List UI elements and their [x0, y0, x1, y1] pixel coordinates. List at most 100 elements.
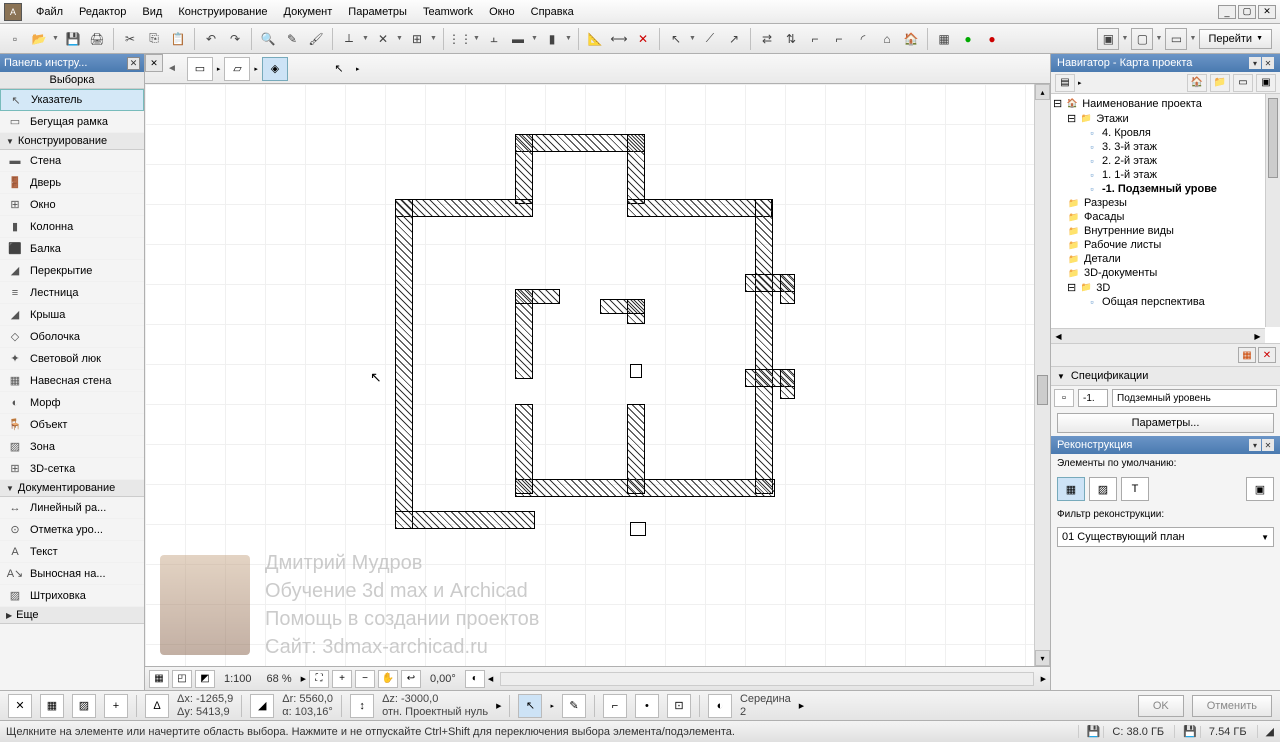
grid-action-icon[interactable]: ▦ — [1238, 347, 1256, 363]
toolbox-section-select[interactable]: Выборка — [0, 72, 144, 89]
goto-button[interactable]: Перейти ▼ — [1199, 29, 1272, 49]
intersect-icon[interactable]: ✕ — [372, 28, 394, 50]
lock-icon[interactable]: ▮ — [541, 28, 563, 50]
menu-Параметры[interactable]: Параметры — [340, 3, 415, 21]
spec-header[interactable]: ▼Спецификации — [1051, 367, 1280, 386]
zoom-fit-icon[interactable]: ⛶ — [309, 670, 329, 688]
floor-item[interactable]: ▫3. 3-й этаж — [1053, 140, 1278, 154]
canvas-vscroll[interactable]: ▴ ▾ — [1034, 84, 1050, 666]
nav-home-icon[interactable]: 🏠 — [1187, 74, 1207, 92]
dim-icon[interactable]: ⟷ — [608, 28, 630, 50]
view-opt1-icon[interactable]: ▦ — [149, 670, 169, 688]
level-code-input[interactable] — [1078, 389, 1108, 407]
dots-icon[interactable]: ⋮⋮ — [449, 28, 471, 50]
cancel-button[interactable]: Отменить — [1192, 695, 1272, 717]
maximize-button[interactable]: ▢ — [1238, 5, 1256, 19]
angle-value[interactable]: 0,00° — [424, 673, 462, 685]
flip-h-icon[interactable]: ⇄ — [756, 28, 778, 50]
polar-icon[interactable]: ◢ — [250, 694, 274, 718]
level-name-input[interactable] — [1112, 389, 1277, 407]
grid-snap-icon[interactable]: ⊞ — [406, 28, 428, 50]
view-opt3-icon[interactable]: ◩ — [195, 670, 215, 688]
tool-Лестница[interactable]: ≡Лестница — [0, 282, 144, 304]
menu-Редактор[interactable]: Редактор — [71, 3, 134, 21]
info-plus-icon[interactable]: + — [104, 694, 128, 718]
paste-icon[interactable]: 📋 — [167, 28, 189, 50]
panel-close-icon[interactable]: ✕ — [1262, 57, 1274, 69]
geom-rect-icon[interactable]: ▭ — [187, 57, 213, 81]
green-dot-icon[interactable]: ● — [957, 28, 979, 50]
nav-category[interactable]: 📁Детали — [1053, 252, 1278, 266]
nav-category[interactable]: 📁Фасады — [1053, 210, 1278, 224]
close-info-icon[interactable]: ✕ — [8, 694, 32, 718]
zoom-prev-icon[interactable]: ↩ — [401, 670, 421, 688]
tool-Балка[interactable]: ⬛Балка — [0, 238, 144, 260]
tool-Перекрытие[interactable]: ◢Перекрытие — [0, 260, 144, 282]
window-icon[interactable]: ▭ — [1165, 28, 1187, 50]
info-tool2-icon[interactable]: ▨ — [72, 694, 96, 718]
nav-category[interactable]: 📁Разрезы — [1053, 196, 1278, 210]
cursor-select-icon[interactable]: ↖ — [326, 57, 352, 81]
nav-folder-icon[interactable]: 📁 — [1210, 74, 1230, 92]
minimize-button[interactable]: _ — [1218, 5, 1236, 19]
flip-v-icon[interactable]: ⇅ — [780, 28, 802, 50]
mid-icon[interactable]: ◐ — [708, 694, 732, 718]
arrow-tool-icon[interactable]: ↖ — [665, 28, 687, 50]
undo-icon[interactable]: ↶ — [200, 28, 222, 50]
layer-icon[interactable]: ▬ — [507, 28, 529, 50]
nav-category[interactable]: 📁Рабочие листы — [1053, 238, 1278, 252]
tool-Линейный ра...[interactable]: ↔Линейный ра... — [0, 497, 144, 519]
tool-Окно[interactable]: ⊞Окно — [0, 194, 144, 216]
recon-demo-icon[interactable]: ▨ — [1089, 477, 1117, 501]
close-button[interactable]: ✕ — [1258, 5, 1276, 19]
save-icon[interactable]: 💾 — [62, 28, 84, 50]
drawing-canvas[interactable]: ↖ Дмитрий Мудров Обучение 3d max и Archi… — [145, 84, 1050, 666]
recon-new-icon[interactable]: T — [1121, 477, 1149, 501]
align-icon[interactable]: ⫠ — [483, 28, 505, 50]
nav-map-icon[interactable]: ▤ — [1055, 74, 1075, 92]
delete-icon[interactable]: ✕ — [632, 28, 654, 50]
check-icon[interactable]: ▦ — [933, 28, 955, 50]
tool-Оболочка[interactable]: ◇Оболочка — [0, 326, 144, 348]
arc-icon[interactable]: ◜ — [852, 28, 874, 50]
close-action-icon[interactable]: ✕ — [1258, 347, 1276, 363]
geom-rotbox-icon[interactable]: ◈ — [262, 57, 288, 81]
menu-Вид[interactable]: Вид — [134, 3, 170, 21]
home-icon[interactable]: 🏠 — [900, 28, 922, 50]
wall-icon[interactable]: ⌐ — [828, 28, 850, 50]
corn1-icon[interactable]: ⌐ — [603, 694, 627, 718]
screen-icon[interactable]: ▢ — [1131, 28, 1153, 50]
menu-Teamwork[interactable]: Teamwork — [415, 3, 481, 21]
ok-button[interactable]: OK — [1138, 695, 1184, 717]
tool-Объект[interactable]: 🪑Объект — [0, 414, 144, 436]
view-opt2-icon[interactable]: ◰ — [172, 670, 192, 688]
recon-existing-icon[interactable]: ▦ — [1057, 477, 1085, 501]
scale-value[interactable]: 1:100 — [218, 673, 258, 685]
zoom-in-icon[interactable]: + — [332, 670, 352, 688]
menu-Файл[interactable]: Файл — [28, 3, 71, 21]
tab-close-icon[interactable]: ✕ — [145, 54, 163, 72]
snap2-icon[interactable]: ✎ — [562, 694, 586, 718]
geom-box-icon[interactable]: ▱ — [224, 57, 250, 81]
tool-Колонна[interactable]: ▮Колонна — [0, 216, 144, 238]
menu-Конструирование[interactable]: Конструирование — [170, 3, 275, 21]
nav-icon[interactable]: ⟋ — [699, 28, 721, 50]
coord-mode-icon[interactable]: Δ — [145, 694, 169, 718]
tool-3D-сетка[interactable]: ⊞3D-сетка — [0, 458, 144, 480]
corner-icon[interactable]: ⌐ — [804, 28, 826, 50]
params-button[interactable]: Параметры... — [1057, 413, 1274, 433]
menu-Окно[interactable]: Окно — [481, 3, 523, 21]
zoom-value[interactable]: 68 % — [261, 673, 298, 685]
new-icon[interactable]: ▫ — [4, 28, 26, 50]
zoom-icon[interactable]: 🔍 — [257, 28, 279, 50]
tool-Навесная стена[interactable]: ▦Навесная стена — [0, 370, 144, 392]
redo-icon[interactable]: ↷ — [224, 28, 246, 50]
red-dot-icon[interactable]: ● — [981, 28, 1003, 50]
brush-icon[interactable]: 🖌 — [305, 28, 327, 50]
tool-Штриховка[interactable]: ▨Штриховка — [0, 585, 144, 607]
recon-filter-select[interactable]: 01 Существующий план▼ — [1057, 527, 1274, 547]
menu-Документ[interactable]: Документ — [276, 3, 341, 21]
floor-item[interactable]: ▫-1. Подземный урове — [1053, 182, 1278, 196]
view-icon[interactable]: ▣ — [1097, 28, 1119, 50]
snap1-icon[interactable]: ↖ — [518, 694, 542, 718]
